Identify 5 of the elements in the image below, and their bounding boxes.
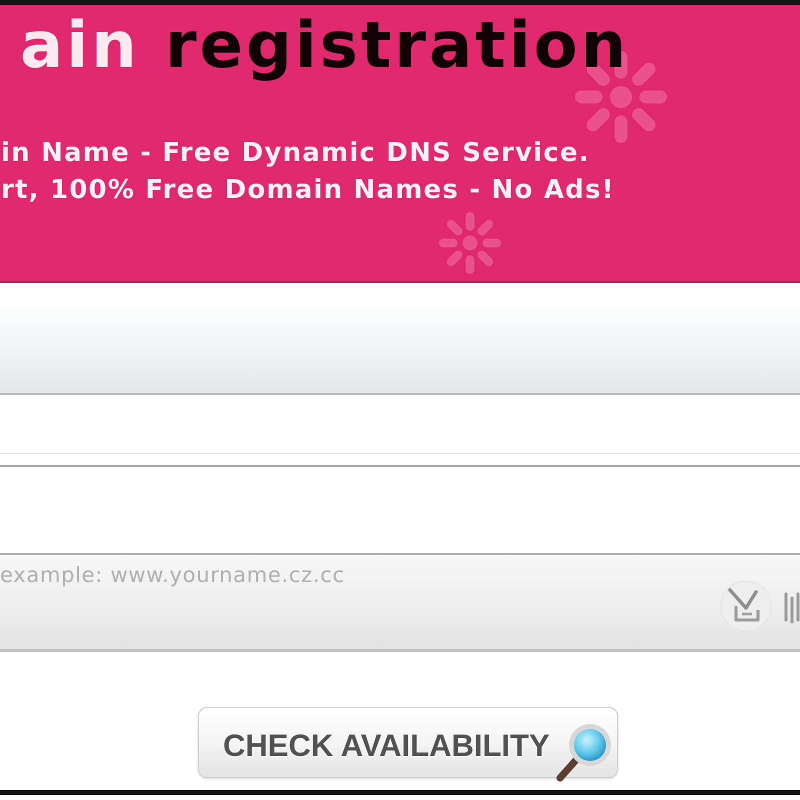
domain-input-field[interactable]: example: www.yourname.cz.cc (0, 556, 800, 652)
bars-icon (783, 592, 800, 624)
banner-tagline: rt, 100% Free Domain Names - No Ads! (0, 174, 615, 207)
banner-tagline: in Name - Free Dynamic DNS Service. (0, 137, 590, 170)
flower-icon (439, 212, 501, 274)
